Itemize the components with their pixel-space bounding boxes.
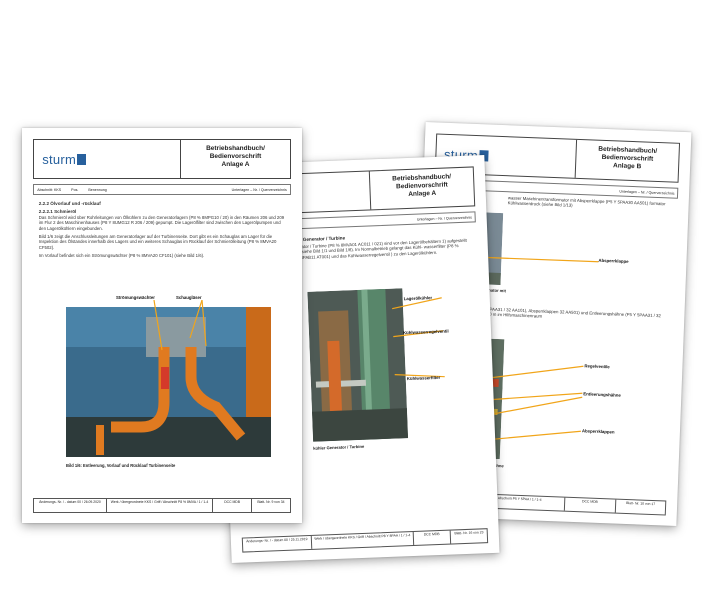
label-regelventile: Regelventile	[584, 363, 610, 370]
label-absperrklappen: Absperrklappen	[581, 428, 615, 435]
header-title: Betriebshandbuch/Bedienvorschrift Anlage …	[598, 145, 658, 171]
leader-lines	[391, 297, 445, 378]
section-heading: 2.2.2 Ölvorlauf und -rücklauf	[38, 201, 101, 206]
leader-lines	[488, 365, 584, 441]
page-header: sturm Betriebshandbuch/BedienvorschriftA…	[33, 139, 291, 179]
paragraph-1: Das Schmieröl wird über Rohrleitungen vo…	[38, 214, 285, 231]
page-footer: Änderungs- Nr. / - datum 00 / 26.09.2020…	[33, 498, 291, 513]
page-footer: Änderungs- Nr. / - datum 00 / 25.11.2019…	[241, 528, 489, 553]
meta-row: Abschnitt: KKS Pos. Benennung Unterlagen – …	[33, 184, 291, 195]
leader-lines	[153, 300, 207, 351]
paragraph-2: Bild 1/6 zeigt die Anschlussleitungen am…	[38, 234, 277, 250]
section-heading: r Generator / Turbine	[299, 235, 346, 243]
sturm-logo: sturm	[34, 140, 182, 178]
header-title: Betriebshandbuch/Bedienvorschrift Anlage …	[392, 173, 452, 198]
label-entleerungshaehne: Entleerungshähne	[583, 391, 621, 398]
page-body: 2.2.2 Ölvorlauf und -rücklauf 2.2.2.1 Sc…	[39, 198, 288, 259]
figure-caption: Bild 1/6: Entleerung, Vorlauf und Rückla…	[66, 463, 176, 468]
document-page-left: sturm Betriebshandbuch/Bedienvorschrift A…	[22, 128, 302, 523]
figure-caption: kühler Generator / Turbine	[313, 443, 365, 451]
header-title: Betriebshandbuch/Bedienvorschrift Anlage …	[206, 145, 265, 168]
paragraph-3: Im Vorlauf befindet sich ein Strömungswä…	[38, 253, 205, 259]
label-absperrklappe: Absperrklappe	[598, 257, 629, 264]
